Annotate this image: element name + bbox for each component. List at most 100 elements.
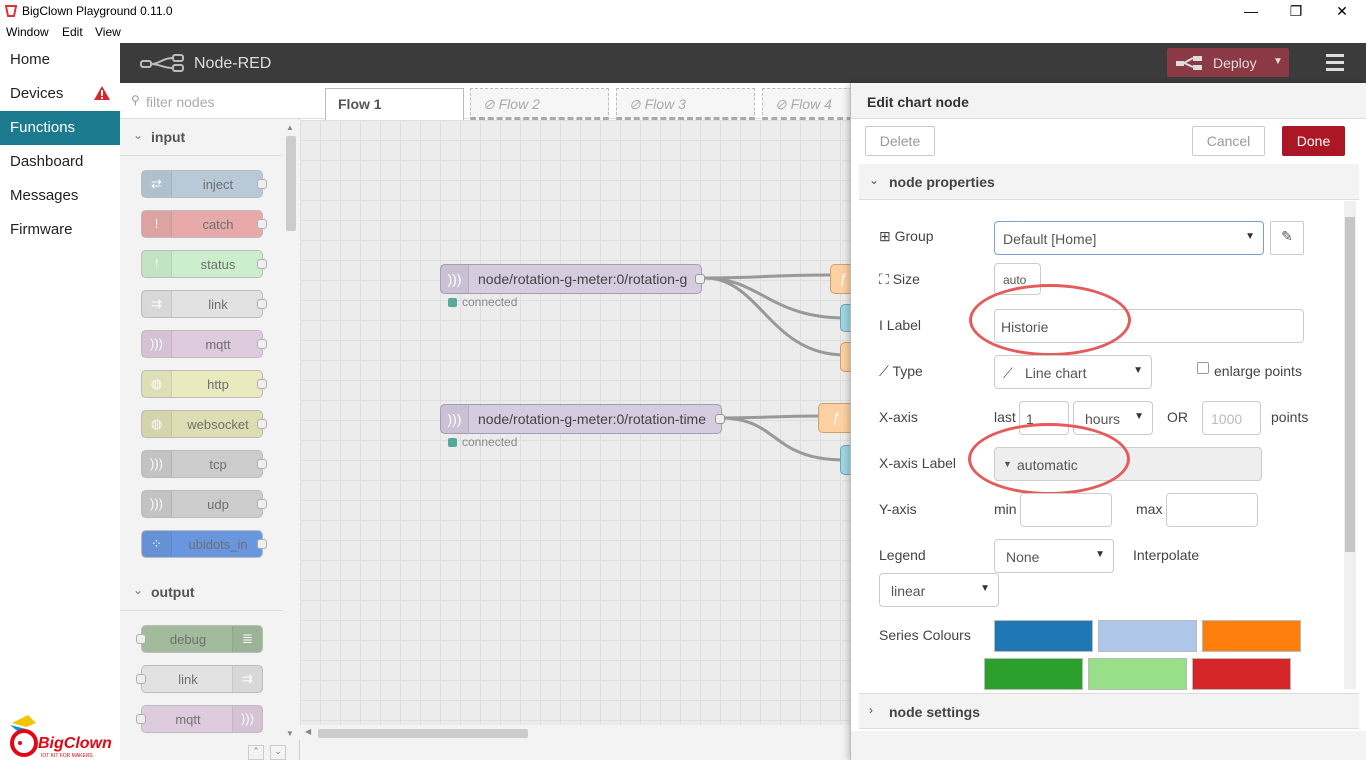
edit-group-button[interactable]: ✎ <box>1270 221 1304 255</box>
deploy-icon <box>1176 56 1202 70</box>
output-port[interactable] <box>257 419 267 429</box>
caret-down-icon: ▼ <box>980 583 990 594</box>
output-port[interactable] <box>257 459 267 469</box>
editor-footer <box>851 731 1366 760</box>
series-colour-swatch[interactable] <box>1192 658 1291 690</box>
input-port[interactable] <box>136 714 146 724</box>
section-title: node settings <box>889 704 981 720</box>
output-port[interactable] <box>257 299 267 309</box>
nav-firmware[interactable]: Firmware <box>0 213 120 247</box>
tab-flow-1[interactable]: Flow 1 <box>325 88 464 120</box>
type-select[interactable]: ⟋ Line chart ▼ <box>994 355 1152 389</box>
output-port[interactable] <box>715 414 725 424</box>
interpolate-select[interactable]: linear ▼ <box>879 573 999 607</box>
scroll-up-icon[interactable]: ▲ <box>286 123 294 132</box>
output-port[interactable] <box>257 219 267 229</box>
group-select[interactable]: Default [Home] ▼ <box>994 221 1264 255</box>
node-label: link <box>178 672 198 687</box>
caret-down-icon[interactable]: ▼ <box>1273 56 1283 67</box>
collapse-all-icon[interactable]: ⌃ <box>248 745 264 760</box>
section-node-settings[interactable]: › node settings <box>859 693 1359 729</box>
cancel-button[interactable]: Cancel <box>1192 126 1265 156</box>
node-status: connected <box>448 295 517 309</box>
series-colour-swatch[interactable] <box>1202 620 1301 652</box>
category-output[interactable]: ⌄ output <box>120 575 283 611</box>
nav-messages[interactable]: Messages <box>0 179 120 213</box>
input-port[interactable] <box>136 674 146 684</box>
ymax-input[interactable] <box>1166 493 1258 527</box>
delete-button[interactable]: Delete <box>865 126 935 156</box>
editor-scroll-thumb[interactable] <box>1345 217 1355 552</box>
palette-node-link[interactable]: ⇉ link <box>136 665 263 693</box>
palette-node-ubidots_in[interactable]: ⁘ ubidots_in <box>141 530 267 558</box>
enlarge-points-checkbox[interactable] <box>1197 362 1209 374</box>
series-colours-label: Series Colours <box>879 627 971 643</box>
restore-button[interactable]: ❐ <box>1273 0 1319 23</box>
palette-scrollbar[interactable] <box>283 120 300 740</box>
palette-node-websocket[interactable]: ◍ websocket <box>141 410 267 438</box>
palette-node-udp[interactable]: ))) udp <box>141 490 267 518</box>
palette-node-status[interactable]: ! status <box>141 250 267 278</box>
output-port[interactable] <box>695 274 705 284</box>
menu-view[interactable]: View <box>95 25 121 39</box>
function-node[interactable]: ƒ <box>818 403 853 433</box>
mqtt-node-rotation-time[interactable]: ))) node/rotation-g-meter:0/rotation-tim… <box>440 404 725 434</box>
menu-icon[interactable] <box>1326 54 1344 75</box>
canvas-hscrollbar[interactable]: ◀ <box>300 725 850 741</box>
menu-window[interactable]: Window <box>6 25 49 39</box>
palette-node-tcp[interactable]: ))) tcp <box>141 450 267 478</box>
category-input-title: input <box>151 129 186 145</box>
max-label: max <box>1136 501 1163 517</box>
output-port[interactable] <box>257 539 267 549</box>
series-colour-swatch[interactable] <box>1088 658 1187 690</box>
legend-select[interactable]: None ▼ <box>994 539 1114 573</box>
output-port[interactable] <box>257 259 267 269</box>
done-button[interactable]: Done <box>1282 126 1345 156</box>
deploy-label: Deploy <box>1213 55 1257 71</box>
output-port[interactable] <box>257 179 267 189</box>
close-button[interactable]: ✕ <box>1319 0 1365 23</box>
palette-node-http[interactable]: ◍ http <box>141 370 267 398</box>
points-input[interactable]: 1000 <box>1202 401 1261 435</box>
nav-functions[interactable]: Functions <box>0 111 120 145</box>
series-colour-swatch[interactable] <box>1098 620 1197 652</box>
palette-node-link[interactable]: ⇉ link <box>141 290 267 318</box>
scroll-down-icon[interactable]: ▼ <box>286 729 294 738</box>
output-port[interactable] <box>257 339 267 349</box>
node-icon: ⇄ <box>142 171 172 197</box>
canvas-hscroll-thumb[interactable] <box>318 729 528 738</box>
interpolate-label: Interpolate <box>1133 547 1200 563</box>
series-colour-swatch[interactable] <box>994 620 1093 652</box>
output-port[interactable] <box>257 499 267 509</box>
palette-node-debug[interactable]: ≣ debug <box>136 625 263 653</box>
deploy-button[interactable]: Deploy ▼ <box>1167 48 1289 77</box>
palette-node-inject[interactable]: ⇄ inject <box>141 170 267 198</box>
tab-flow-4[interactable]: ⊘ Flow 4 <box>762 88 862 120</box>
palette-node-catch[interactable]: ! catch <box>141 210 267 238</box>
tab-flow-2[interactable]: ⊘ Flow 2 <box>470 88 609 120</box>
editor-scrollbar[interactable] <box>1344 201 1356 689</box>
palette-filter[interactable]: ⚲ filter nodes <box>120 83 300 119</box>
palette-scroll-thumb[interactable] <box>286 136 296 231</box>
resize-icon: ⛶ <box>879 271 889 287</box>
palette-node-mqtt[interactable]: ))) mqtt <box>136 705 263 733</box>
node-label: node/rotation-g-meter:0/rotation-time <box>478 411 706 427</box>
nav-dashboard[interactable]: Dashboard <box>0 145 120 179</box>
scroll-left-icon[interactable]: ◀ <box>305 727 311 736</box>
last-label: last <box>994 409 1016 425</box>
ymin-input[interactable] <box>1020 493 1112 527</box>
expand-all-icon[interactable]: ⌄ <box>270 745 286 760</box>
workspace-tabs: Flow 1 ⊘ Flow 2 ⊘ Flow 3 ⊘ Flow 4 <box>300 83 862 120</box>
series-colour-swatch[interactable] <box>984 658 1083 690</box>
mqtt-node-rotation-g[interactable]: ))) node/rotation-g-meter:0/rotation-g <box>440 264 705 294</box>
minimize-button[interactable]: — <box>1228 0 1274 23</box>
input-port[interactable] <box>136 634 146 644</box>
node-icon: ))) <box>232 706 262 732</box>
palette-node-mqtt[interactable]: ))) mqtt <box>141 330 267 358</box>
tab-flow-3[interactable]: ⊘ Flow 3 <box>616 88 755 120</box>
output-port[interactable] <box>257 379 267 389</box>
nav-home[interactable]: Home <box>0 43 120 77</box>
menu-edit[interactable]: Edit <box>62 25 83 39</box>
section-node-properties[interactable]: ⌄ node properties <box>859 164 1359 200</box>
category-input[interactable]: ⌄ input <box>120 120 283 156</box>
